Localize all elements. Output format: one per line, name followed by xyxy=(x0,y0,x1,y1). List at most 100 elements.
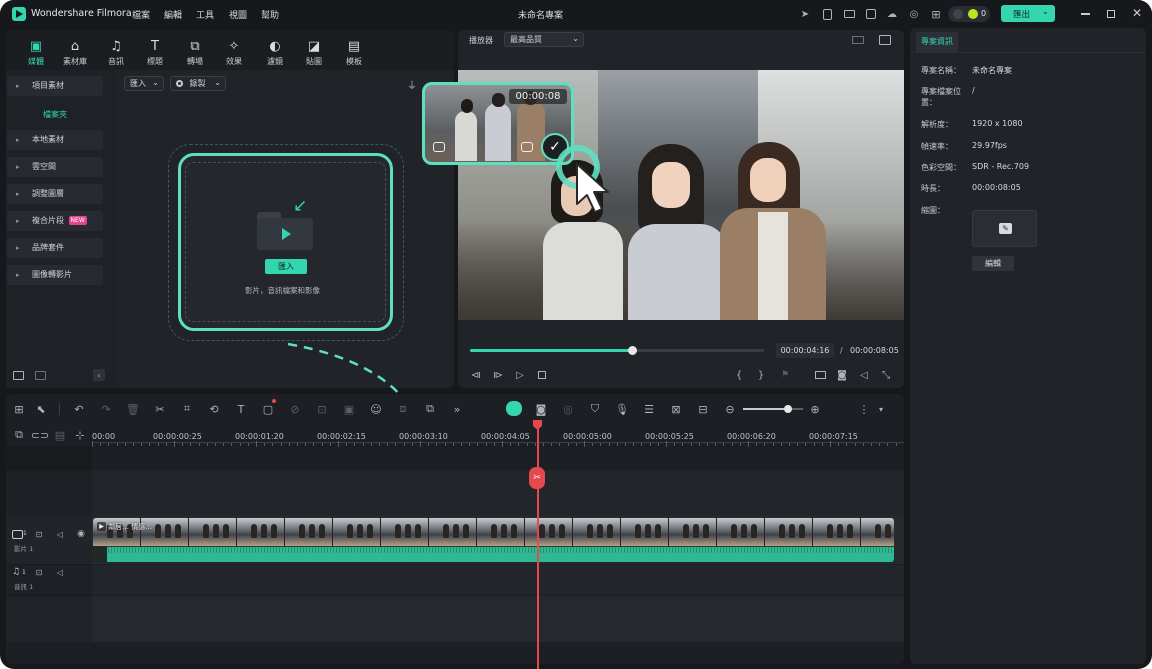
track-manage-icon[interactable]: ▤ xyxy=(52,427,68,443)
red-dot-indicator xyxy=(272,399,276,403)
ai-assistant-icon[interactable] xyxy=(506,401,522,416)
ruler-tick-label: 00:00:06:20 xyxy=(727,432,776,441)
fullscreen-icon[interactable]: ⤡ xyxy=(879,368,893,382)
snapshot-camera-icon[interactable]: ◙ xyxy=(835,368,849,382)
zoom-slider-fill xyxy=(743,408,788,410)
redo-icon[interactable]: ↷ xyxy=(98,401,114,417)
ruler-tick xyxy=(518,443,520,446)
fit-icon[interactable]: ⊟ xyxy=(695,401,711,417)
stop-icon[interactable] xyxy=(535,368,549,382)
prop-key-duration: 時長： xyxy=(921,184,945,193)
thumb-figure xyxy=(837,524,843,538)
waveform-chart-icon[interactable] xyxy=(877,33,893,47)
audio-track-row xyxy=(6,565,904,595)
time-separator: / xyxy=(840,346,843,355)
thumb-figure xyxy=(395,524,401,538)
lock-icon[interactable]: ⊡ xyxy=(33,566,45,578)
ruler-tick xyxy=(493,443,495,446)
empty-track-area-bottom xyxy=(6,596,904,642)
ai-text-icon[interactable]: ⊡ xyxy=(314,401,330,417)
microphone-icon[interactable]: 🎙 xyxy=(614,401,630,417)
clip-frame-thumbnail xyxy=(477,518,525,546)
video-clip-icon xyxy=(519,140,535,154)
clip-left-edge[interactable] xyxy=(93,546,107,562)
marker-icon[interactable]: ⚑ xyxy=(777,368,793,382)
volume-icon[interactable]: ◁ xyxy=(857,368,871,382)
player-progress-track[interactable] xyxy=(470,346,764,355)
thumb-figure xyxy=(693,524,699,538)
zoom-slider-track[interactable] xyxy=(743,405,803,413)
shield-icon[interactable]: ⛉ xyxy=(587,401,603,417)
lock-icon[interactable]: ⊡ xyxy=(33,528,45,540)
edit-thumbnail-button[interactable]: 編輯 xyxy=(972,256,1014,271)
audio-waveform xyxy=(93,547,894,562)
ruler-tick xyxy=(190,443,192,446)
delete-icon[interactable]: 🗑 xyxy=(125,401,141,417)
empty-track-area[interactable] xyxy=(6,470,904,516)
timeline-settings-icon[interactable]: ⋮ xyxy=(856,401,872,417)
next-frame-icon[interactable]: ⧐ xyxy=(491,368,505,382)
layout-icon[interactable]: ⊞ xyxy=(11,401,27,417)
chevron-down-icon[interactable]: ▾ xyxy=(873,401,889,417)
thumb-figure xyxy=(309,524,315,538)
ruler-tick xyxy=(444,443,446,446)
auto-beat-icon[interactable]: ◎ xyxy=(560,401,576,417)
undo-icon[interactable]: ↶ xyxy=(71,401,87,417)
media-replace-icon[interactable]: ⊠ xyxy=(668,401,684,417)
ruler-tick xyxy=(485,443,487,446)
text-icon[interactable]: T xyxy=(233,401,249,417)
ai-portrait-icon[interactable]: ☺ xyxy=(368,401,384,417)
eye-icon[interactable]: ◉ xyxy=(75,528,87,540)
more-chevron-icon[interactable]: » xyxy=(449,401,465,417)
play-icon[interactable]: ▷ xyxy=(513,368,527,382)
edit-pencil-icon: ✎ xyxy=(999,223,1012,234)
project-info-tab[interactable]: 專案資訊 xyxy=(916,32,958,52)
thumb-figure xyxy=(271,524,277,538)
split-scissors-icon[interactable]: ✂ xyxy=(152,401,168,417)
ai-caption-icon[interactable]: ▣ xyxy=(341,401,357,417)
ruler-tick xyxy=(584,441,585,447)
ruler-tick xyxy=(723,443,725,446)
ruler-tick xyxy=(280,443,282,446)
color-match-icon[interactable]: ⊘ xyxy=(287,401,303,417)
zoom-out-icon[interactable]: ⊖ xyxy=(722,401,738,417)
snap-icon[interactable]: ⊹ xyxy=(72,427,88,443)
split-marker-icon[interactable]: ✂ xyxy=(529,467,545,489)
ruler-tick xyxy=(133,443,134,446)
crop-icon[interactable]: ⌗ xyxy=(179,401,195,417)
select-tool-icon[interactable]: ⬉ xyxy=(33,401,49,417)
speed-icon[interactable]: ⟲ xyxy=(206,401,222,417)
audio-mixer-icon[interactable]: ☰ xyxy=(641,401,657,417)
ruler-tick xyxy=(305,443,307,446)
grid-view-icon[interactable] xyxy=(850,34,866,46)
ruler-tick xyxy=(534,443,536,446)
thumb-figure xyxy=(415,524,421,538)
player-progress-knob[interactable] xyxy=(627,346,637,355)
thumbnail-box[interactable]: ✎ xyxy=(972,210,1037,247)
crop-frame-icon[interactable]: ▢ xyxy=(260,401,276,417)
display-icon[interactable] xyxy=(813,368,827,382)
ruler-tick xyxy=(149,443,151,446)
volume-icon[interactable]: ◁ xyxy=(54,528,66,540)
video-clip[interactable]: ▶ 鄰居… 情感… xyxy=(93,518,894,562)
playhead-line[interactable] xyxy=(537,421,539,669)
ruler-tick xyxy=(854,443,856,446)
mark-in-icon[interactable]: { xyxy=(733,368,745,382)
add-track-icon[interactable]: ⧉ xyxy=(11,427,27,443)
ruler-tick xyxy=(559,443,561,446)
ruler-tick xyxy=(625,443,626,446)
link-icon[interactable]: ⊂⊃ xyxy=(31,427,49,443)
audio-stretch-icon[interactable]: ⧈ xyxy=(395,401,411,417)
mark-out-icon[interactable]: } xyxy=(755,368,767,382)
previous-frame-icon[interactable]: ⧏ xyxy=(469,368,483,382)
ruler-tick xyxy=(362,443,364,446)
ruler-tick xyxy=(354,443,356,446)
ruler-tick xyxy=(403,443,405,446)
quality-dropdown[interactable]: 最高品質 ⌄ xyxy=(504,32,584,47)
zoom-in-icon[interactable]: ⊕ xyxy=(807,401,823,417)
copy-icon[interactable]: ⧉ xyxy=(422,401,438,417)
ruler-tick xyxy=(108,443,110,446)
record-camera-icon[interactable]: ◙ xyxy=(533,401,549,417)
volume-icon[interactable]: ◁ xyxy=(54,566,66,578)
zoom-slider-knob[interactable] xyxy=(784,405,792,413)
